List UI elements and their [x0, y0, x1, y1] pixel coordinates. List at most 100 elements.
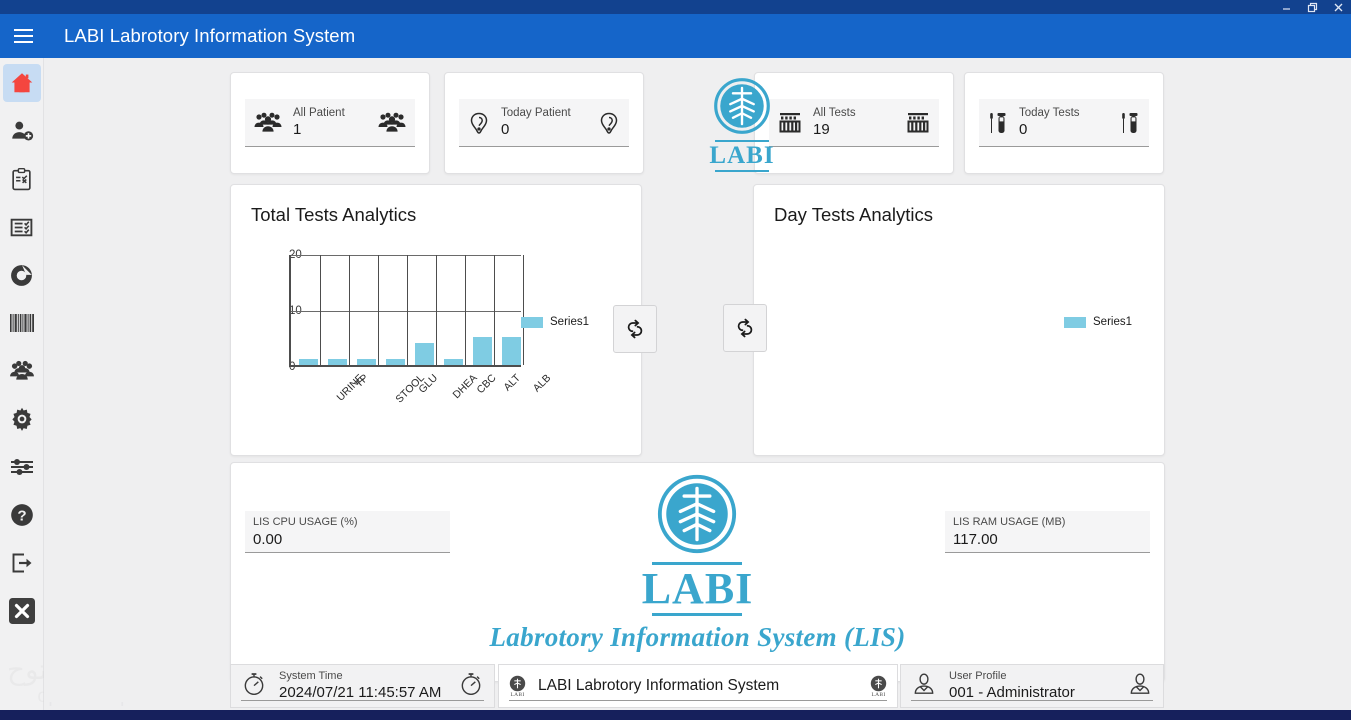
stat-value: 1 [293, 121, 302, 138]
main-content: All Patient 1 Today Patient 0 All Tests … [44, 58, 1351, 702]
bar-urine[interactable] [299, 359, 318, 365]
chart-plot-area: URINE TP STOOL GLU DHEA CBC ALT ALB [289, 255, 553, 406]
circle-chart-icon [11, 264, 32, 286]
status-user-profile: User Profile 001 - Administrator [900, 664, 1164, 708]
stat-card-today-tests[interactable]: Today Tests 0 [964, 72, 1164, 174]
stat-value: 0 [1019, 121, 1028, 138]
status-app-value: LABI Labrotory Information System [538, 677, 780, 694]
stopwatch-icon-right [458, 671, 484, 702]
panel-system-branding: LIS CPU USAGE (%) 0.00 LIS RAM USAGE (MB… [230, 462, 1165, 682]
test-tube-icon-right [1119, 111, 1141, 135]
stat-value: 19 [813, 121, 830, 138]
add-person-icon [11, 121, 33, 141]
brand-word: LABI [709, 141, 775, 169]
cpu-usage-value: 0.00 [253, 531, 283, 548]
legend-label: Series1 [550, 316, 589, 328]
panel-title: Day Tests Analytics [774, 204, 934, 225]
sidebar-item-users[interactable] [3, 352, 41, 390]
window-titlebar [0, 0, 1351, 14]
sidebar-item-barcode[interactable] [3, 304, 41, 342]
bar-cbc[interactable] [444, 359, 463, 365]
brand-logo-small: LABI [696, 76, 788, 172]
labi-mini-icon: LABI [509, 675, 526, 698]
column-separator [465, 255, 466, 365]
os-taskbar[interactable] [0, 710, 1351, 720]
system-time-label: System Time [279, 670, 343, 682]
bar-glu[interactable] [386, 359, 405, 365]
total-tests-chart: 20 10 0 URINE TP STOOL GLU DHEA CBC ALT … [289, 249, 554, 406]
gear-icon [11, 407, 32, 431]
stat-card-all-patient[interactable]: All Patient 1 [230, 72, 430, 174]
field-underline [509, 700, 887, 701]
sidebar-item-home[interactable] [2, 64, 41, 102]
user-icon [911, 671, 937, 702]
user-profile-label: User Profile [949, 670, 1007, 682]
panel-day-tests-analytics: Day Tests Analytics Series1 [753, 184, 1165, 456]
refresh-day-tests-button[interactable] [723, 304, 767, 352]
close-button[interactable] [1325, 0, 1351, 14]
sidebar-item-logout[interactable] [3, 544, 41, 582]
column-separator [494, 255, 495, 365]
column-separator [523, 255, 524, 365]
bar-alt[interactable] [473, 337, 492, 365]
sidebar-item-help[interactable]: ? [3, 496, 41, 534]
legend-swatch [1064, 316, 1086, 328]
patients-group-icon-right [377, 112, 407, 134]
labi-emblem-icon [714, 77, 770, 134]
stat-label: Today Patient [501, 107, 571, 119]
page-title: LABI Labrotory Information System [64, 25, 356, 46]
bar-tp[interactable] [328, 359, 347, 365]
sidebar-item-analytics[interactable] [3, 256, 41, 294]
stat-label: All Tests [813, 107, 856, 119]
column-separator [320, 255, 321, 365]
stat-label: Today Tests [1019, 107, 1080, 119]
test-rack-icon-right [905, 111, 931, 135]
brand-word-large: LABI [641, 564, 754, 613]
field-underline [241, 700, 484, 701]
column-separator [378, 255, 379, 365]
stat-card-today-patient[interactable]: Today Patient 0 [444, 72, 644, 174]
sidebar-item-exit[interactable] [3, 592, 41, 630]
sidebar-item-results[interactable] [3, 208, 41, 246]
legend-label: Series1 [1093, 316, 1132, 328]
cpu-usage-field: LIS CPU USAGE (%) 0.00 [245, 511, 450, 553]
barcode-icon [9, 314, 34, 332]
labi-mini-icon-right: LABI [870, 675, 887, 698]
ram-usage-label: LIS RAM USAGE (MB) [953, 516, 1066, 528]
logo-rule-bottom [715, 169, 769, 172]
sidebar-item-add-patient[interactable] [3, 112, 41, 150]
status-app-name: LABI LABI Labrotory Information System L… [498, 664, 898, 708]
patients-group-icon [253, 112, 283, 134]
refresh-icon [627, 319, 643, 339]
x-tick-label: CBC [474, 372, 499, 397]
list-check-icon [10, 218, 33, 236]
users-group-icon [9, 360, 34, 380]
gridline-20 [291, 255, 521, 256]
brand-logo-large: LABI Labrotory Information System (LIS) [490, 473, 906, 653]
ram-usage-field: LIS RAM USAGE (MB) 117.00 [945, 511, 1150, 553]
panel-total-tests-analytics: Total Tests Analytics 20 10 0 URINE TP S… [230, 184, 657, 456]
stat-label: All Patient [293, 107, 345, 119]
test-tube-icon [987, 111, 1009, 135]
app-header: LABI Labrotory Information System [0, 14, 1351, 58]
sidebar-item-settings[interactable] [3, 400, 41, 438]
bar-dhea[interactable] [415, 342, 434, 365]
sliders-icon [10, 459, 33, 475]
x-tick-label: ALB [530, 372, 554, 395]
sidebar-item-preferences[interactable] [3, 448, 41, 486]
sidebar-item-requests[interactable] [3, 160, 41, 198]
refresh-total-tests-button[interactable] [613, 305, 657, 353]
bar-stool[interactable] [357, 359, 376, 365]
gridline-10 [291, 311, 521, 312]
patient-icon [467, 111, 491, 135]
help-icon: ? [10, 504, 33, 526]
restore-button[interactable] [1299, 0, 1325, 14]
stat-value: 0 [501, 121, 510, 138]
bar-alb[interactable] [502, 337, 521, 365]
hamburger-icon[interactable] [0, 14, 46, 58]
minimize-button[interactable] [1273, 0, 1299, 14]
stopwatch-icon [241, 671, 267, 702]
field-underline [911, 700, 1153, 701]
ram-usage-value: 117.00 [953, 531, 998, 548]
labi-mini-word: LABI [510, 691, 525, 698]
